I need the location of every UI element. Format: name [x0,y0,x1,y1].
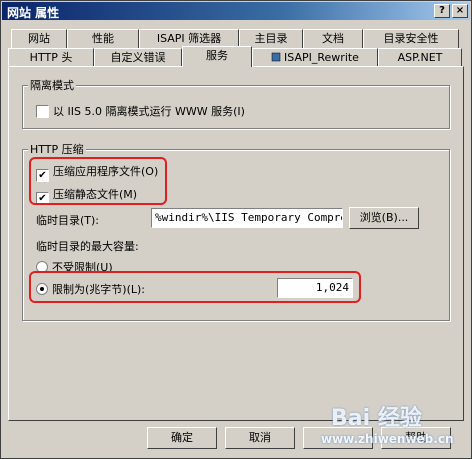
isolation-mode-checkbox[interactable] [36,105,49,118]
cancel-button[interactable]: 取消 [225,427,295,449]
limit-label: 限制为(兆字节)(L): [52,283,146,296]
temp-dir-input[interactable]: %windir%\IIS Temporary Compres [151,208,343,228]
help-title-button[interactable]: ? [434,4,450,18]
unlimited-label: 不受限制(U) [52,261,113,274]
watermark-logo: Bai 经验 [331,406,422,431]
title-bar: 网站 属性 ? × [2,2,470,20]
compress-static-files-option[interactable]: ✔ 压缩静态文件(M) [36,186,137,205]
tab-isapi-rewrite[interactable]: ISAPI_Rewrite [252,48,378,67]
http-compression-legend: HTTP 压缩 [28,141,86,157]
limit-option[interactable]: 限制为(兆字节)(L): [36,281,145,297]
compress-app-files-label: 压缩应用程序文件(O) [53,165,159,178]
tab-website[interactable]: 网站 [11,29,67,48]
limit-radio[interactable] [36,283,48,295]
window-title: 网站 属性 [7,6,60,20]
unlimited-option[interactable]: 不受限制(U) [36,259,113,275]
tab-documents[interactable]: 文档 [303,29,363,48]
limit-size-input[interactable]: 1,024 [277,278,353,298]
tab-custom-errors[interactable]: 自定义错误 [94,48,182,67]
watermark: Bai 经验 www.zhiwenweb.cn [321,396,471,456]
tab-directory-security[interactable]: 目录安全性 [363,29,459,48]
compress-static-files-checkbox[interactable]: ✔ [36,192,49,205]
tab-isapi-rewrite-label: ISAPI_Rewrite [284,51,359,64]
properties-dialog: 网站 属性 ? × 网站 性能 ISAPI 筛选器 主目录 文档 目录安全性 H… [0,0,472,459]
isolation-mode-legend: 隔离模式 [28,77,76,93]
tab-performance[interactable]: 性能 [67,29,139,48]
tab-asp-net[interactable]: ASP.NET [378,48,462,67]
compress-static-files-label: 压缩静态文件(M) [53,188,138,201]
temp-dir-label: 临时目录(T): [36,214,100,227]
isapi-rewrite-icon [271,52,281,62]
tab-service[interactable]: 服务 [182,46,252,67]
browse-button[interactable]: 浏览(B)... [349,207,419,229]
close-button[interactable]: × [452,4,468,18]
compress-app-files-option[interactable]: ✔ 压缩应用程序文件(O) [36,163,158,182]
isolation-mode-label: 以 IIS 5.0 隔离模式运行 WWW 服务(I) [53,105,245,118]
watermark-url: www.zhiwenweb.cn [321,432,454,446]
compress-app-files-checkbox[interactable]: ✔ [36,169,49,182]
ok-button[interactable]: 确定 [147,427,217,449]
tab-http-headers[interactable]: HTTP 头 [8,48,94,67]
service-tab-panel: 隔离模式 以 IIS 5.0 隔离模式运行 WWW 服务(I) HTTP 压缩 … [8,66,464,421]
isolation-mode-option[interactable]: 以 IIS 5.0 隔离模式运行 WWW 服务(I) [36,103,245,119]
unlimited-radio[interactable] [36,261,48,273]
max-size-label: 临时目录的最大容量: [36,240,139,253]
